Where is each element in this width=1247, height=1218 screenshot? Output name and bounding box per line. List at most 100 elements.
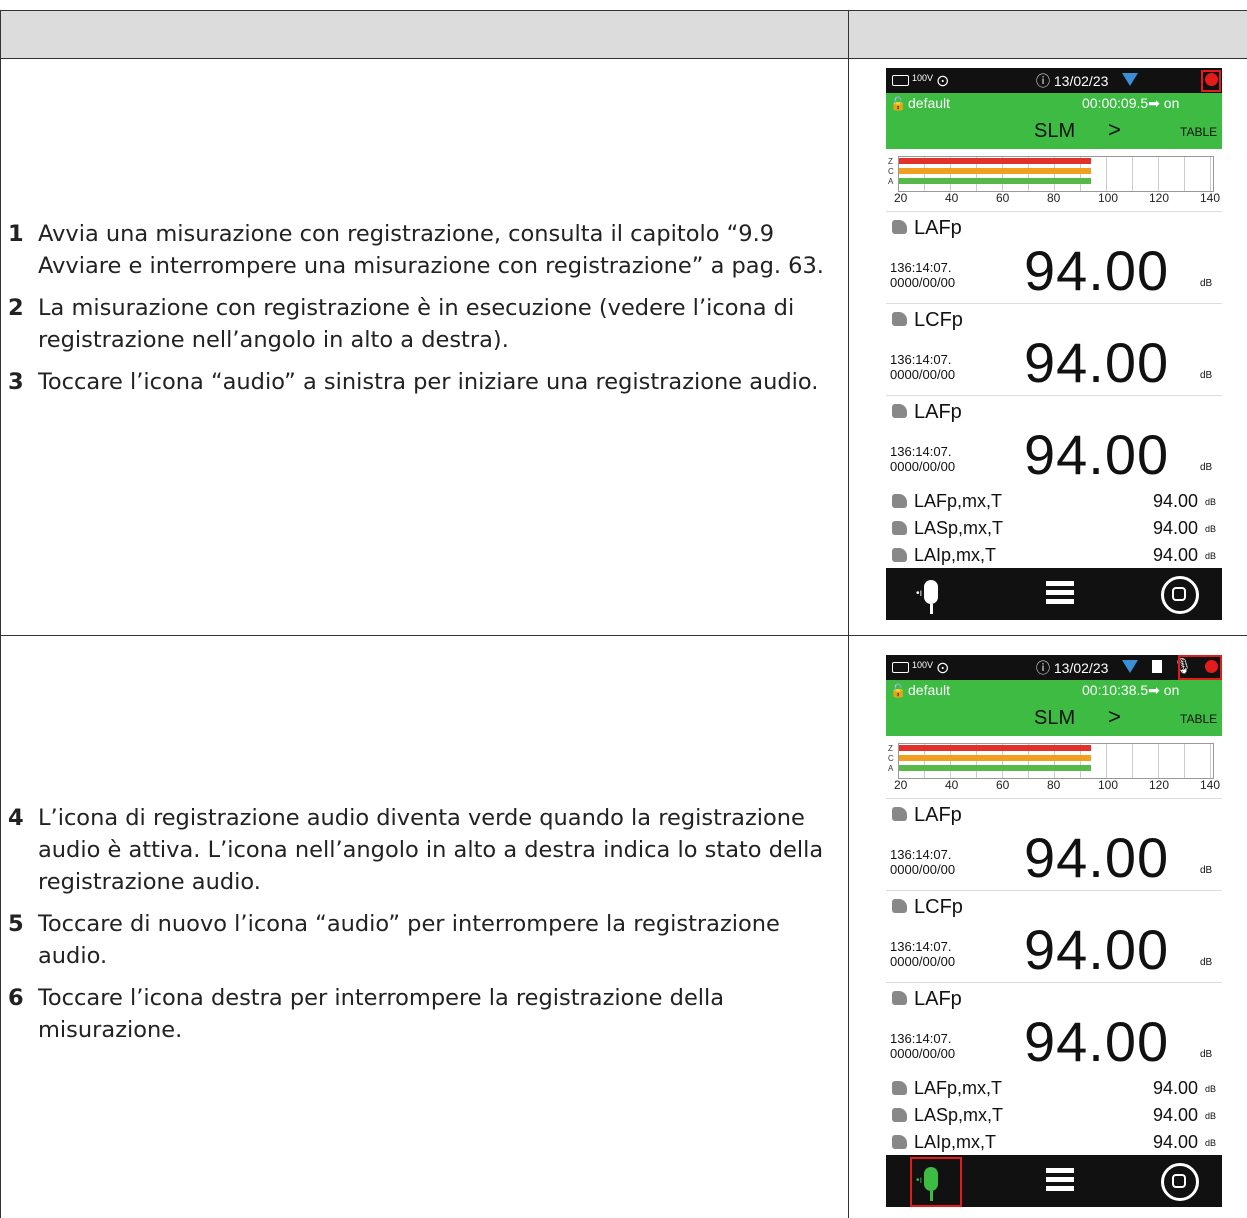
bar-a — [899, 178, 1092, 184]
parameter-value: 94.00 — [1024, 423, 1170, 486]
parameter-icon — [892, 1135, 907, 1149]
parameter-value: 94.00 — [1152, 518, 1198, 538]
scale-tick-label: 140 — [1200, 191, 1221, 205]
parameter-icon — [892, 1081, 907, 1095]
parameter-name: LAIp,mx,T — [914, 1132, 997, 1152]
bottom-nav: •ı — [886, 568, 1222, 620]
parameter-icon — [892, 404, 907, 418]
parameter-icon — [892, 548, 907, 562]
parameter-value: 94.00 — [1024, 331, 1170, 394]
parameter-name: LAFp,mx,T — [914, 491, 1003, 511]
parameter-value: 94.00 — [1152, 491, 1198, 511]
measurement-header: 🔓 default 00:00:09.5➡ on SLM > TABLE — [886, 93, 1222, 149]
scale-tick-label: 140 — [1200, 778, 1221, 792]
timestamp: 136:14:07. 0000/00/00 — [890, 1031, 956, 1061]
level-bars: Z C A — [886, 736, 1222, 784]
next-view-button[interactable]: > — [1108, 117, 1121, 143]
steps-top: 1 Avvia una misurazione con registrazione… — [8, 218, 843, 408]
parameter-icon — [892, 899, 907, 913]
voltage-label: 100V — [912, 660, 934, 670]
measurement-block: LAFp 136:14:07. 0000/00/00 94.00 dB — [886, 395, 1222, 487]
gps-icon: ⊙ — [936, 660, 950, 677]
parameter-name: LCFp — [914, 896, 963, 918]
scale-tick-label: 20 — [894, 778, 908, 792]
device-screen-audio: 100V ⊙ ⓘ 13/02/23 🎙 🔓 default 00:10:38.5… — [886, 655, 1222, 1218]
measurement-header: 🔓 default 00:10:38.5➡ on SLM > TABLE — [886, 680, 1222, 736]
parameter-icon — [892, 312, 907, 326]
mode-label: SLM — [1034, 120, 1076, 142]
parameter-name: LAFp — [914, 988, 962, 1010]
measurement-block: LAFp 136:14:07. 0000/00/00 94.00 dB — [886, 982, 1222, 1074]
stop-icon[interactable] — [1161, 1163, 1199, 1201]
unit-label: dB — [1200, 865, 1213, 876]
measurement-block: LAFp 136:14:07. 0000/00/00 94.00 dB — [886, 211, 1222, 303]
unit-label: dB — [1204, 551, 1216, 561]
bar-a — [899, 765, 1092, 771]
unit-label: dB — [1200, 462, 1213, 473]
bar-z — [899, 158, 1092, 164]
status-date: ⓘ 13/02/23 — [1036, 660, 1109, 676]
parameter-icon — [892, 521, 907, 535]
sd-card-icon — [1152, 660, 1162, 673]
parameter-name: LAFp — [914, 804, 962, 826]
scale-tick-label: 60 — [996, 778, 1010, 792]
voltage-label: 100V — [912, 73, 934, 83]
unit-label: dB — [1200, 370, 1213, 381]
unit-label: dB — [1204, 1111, 1216, 1121]
device-screen-recording: 100V ⊙ ⓘ 13/02/23 🔓 default 00:00:09.5➡ … — [886, 68, 1222, 635]
status-bar: 100V ⊙ ⓘ 13/02/23 — [886, 68, 1222, 93]
parameter-row: LAIp,mx,T 94.00 dB — [886, 541, 1222, 568]
next-view-button[interactable]: > — [1108, 704, 1121, 730]
elapsed-time: 00:10:38.5➡ on — [1082, 682, 1180, 698]
unit-label: dB — [1200, 278, 1213, 289]
scale-tick-label: 120 — [1149, 778, 1170, 792]
scale-tick-label: 40 — [945, 778, 959, 792]
parameter-value: 94.00 — [1152, 1132, 1198, 1152]
menu-icon[interactable] — [1046, 1168, 1074, 1192]
scale-tick-label: 80 — [1047, 778, 1061, 792]
timestamp: 136:14:07. 0000/00/00 — [890, 352, 956, 382]
parameter-value: 94.00 — [1024, 239, 1170, 302]
stop-icon[interactable] — [1161, 576, 1199, 614]
battery-icon — [892, 662, 909, 673]
measurement-block: LCFp 136:14:07. 0000/00/00 94.00 dB — [886, 890, 1222, 982]
parameter-icon — [892, 494, 907, 508]
status-bar: 100V ⊙ ⓘ 13/02/23 🎙 — [886, 655, 1222, 680]
scale-tick-label: 20 — [894, 191, 908, 205]
lock-icon: 🔓 — [890, 683, 907, 698]
gps-icon: ⊙ — [936, 73, 950, 90]
level-bars: Z C A — [886, 149, 1222, 197]
parameter-row: LAIp,mx,T 94.00 dB — [886, 1128, 1222, 1155]
parameter-name: LAIp,mx,T — [914, 545, 997, 565]
parameter-value: 94.00 — [1152, 545, 1198, 565]
battery-icon — [892, 75, 909, 86]
step-item: 6 Toccare l’icona destra per interrompere… — [8, 985, 725, 1043]
scale-tick-label: 80 — [1047, 191, 1061, 205]
unit-label: dB — [1204, 1138, 1216, 1148]
microphone-icon[interactable] — [924, 580, 938, 604]
measurement-block: LCFp 136:14:07. 0000/00/00 94.00 dB — [886, 303, 1222, 395]
bar-c — [899, 168, 1092, 174]
timestamp: 136:14:07. 0000/00/00 — [890, 939, 956, 969]
bar-c — [899, 755, 1092, 761]
parameter-name: LCFp — [914, 309, 963, 331]
parameter-name: LASp,mx,T — [914, 1105, 1004, 1125]
scale-tick-label: 60 — [996, 191, 1010, 205]
scale-ticks: 20 40 60 80 100 120 140 — [886, 778, 1222, 798]
parameter-value: 94.00 — [1024, 918, 1170, 981]
table-header — [0, 10, 1247, 59]
parameter-icon — [892, 220, 907, 234]
steps-bottom: 4 L’icona di registrazione audio diventa … — [8, 802, 843, 1056]
scale-tick-label: 100 — [1098, 778, 1119, 792]
parameter-name: LAFp — [914, 401, 962, 423]
parameter-icon — [892, 807, 907, 821]
step-item: 3 Toccare l’icona “audio” a sinistra per … — [8, 369, 819, 395]
step-item: 4 L’icona di registrazione audio diventa … — [8, 805, 824, 895]
parameter-row: LAFp,mx,T 94.00 dB — [886, 487, 1222, 514]
parameter-row: LASp,mx,T 94.00 dB — [886, 1101, 1222, 1128]
unit-label: dB — [1204, 1084, 1216, 1094]
menu-icon[interactable] — [1046, 581, 1074, 605]
unit-label: dB — [1204, 497, 1216, 507]
measurement-block: LAFp 136:14:07. 0000/00/00 94.00 dB — [886, 798, 1222, 890]
profile-name: default — [908, 682, 951, 698]
